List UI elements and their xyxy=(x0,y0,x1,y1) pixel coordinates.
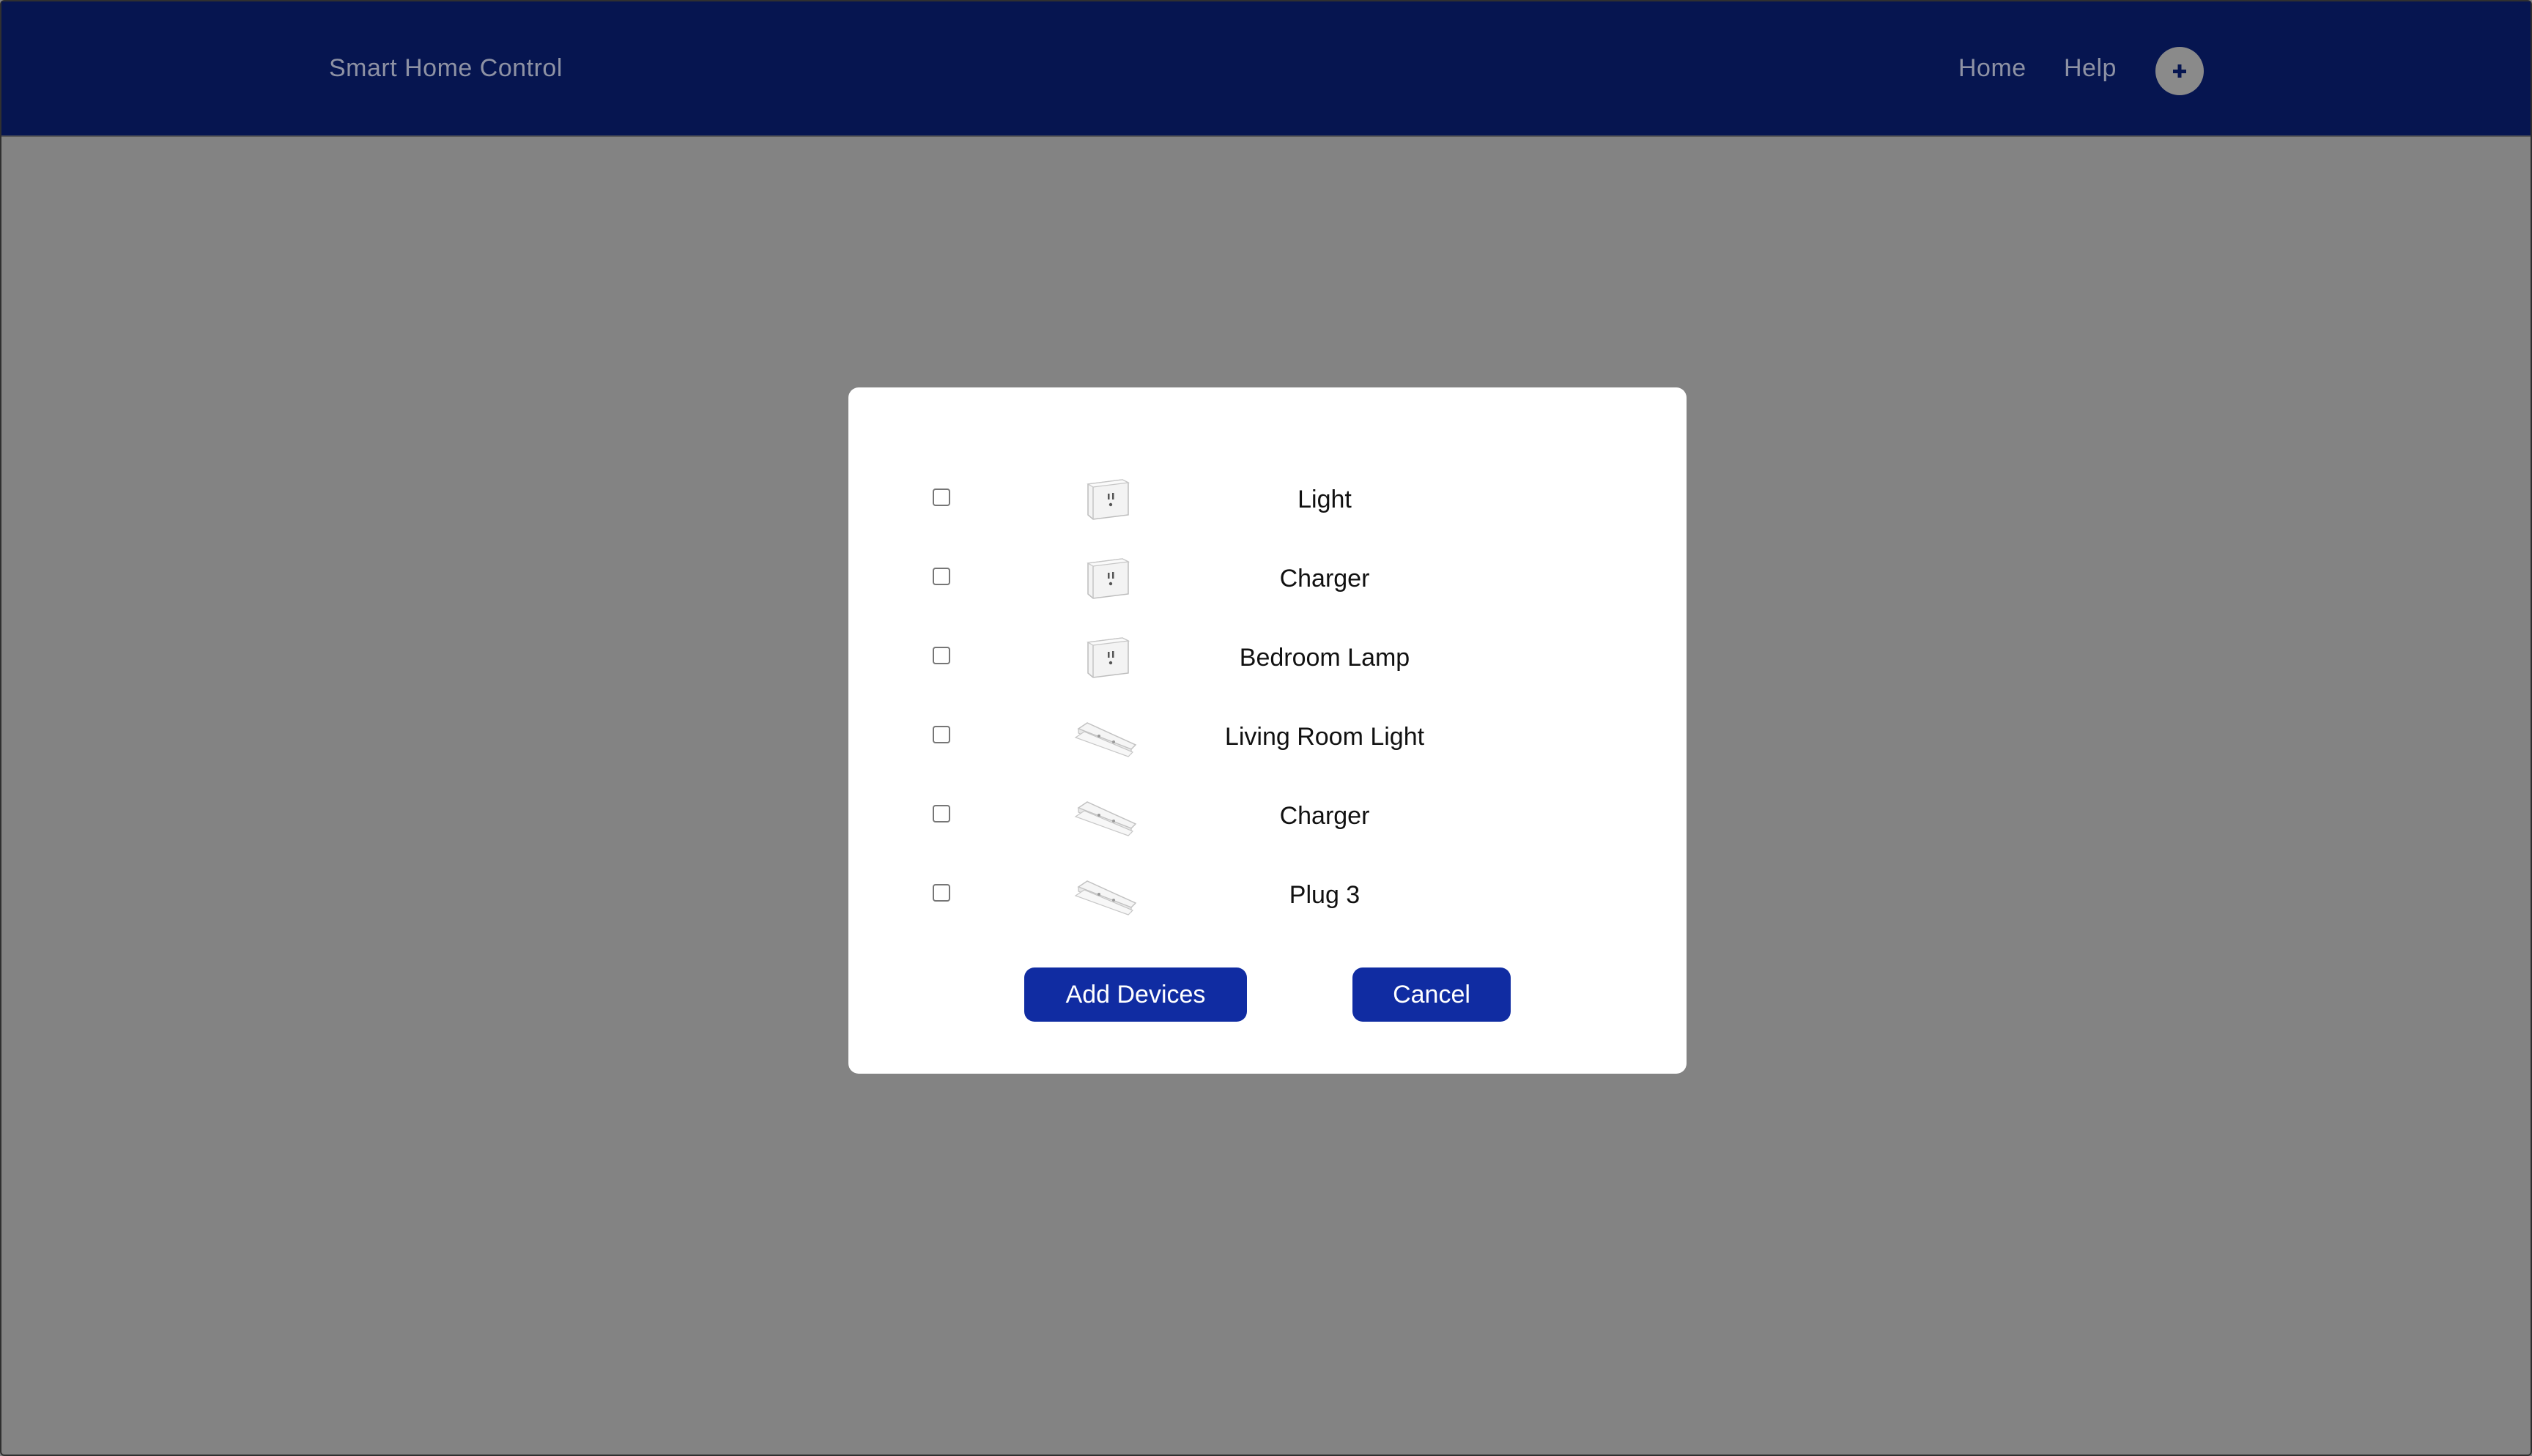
add-devices-modal: Light Charger Bedroom Lamp Living Room L… xyxy=(848,387,1687,1074)
brand-title[interactable]: Smart Home Control xyxy=(329,54,563,83)
top-navbar: Smart Home Control Home Help xyxy=(1,1,2531,137)
device-name: Light xyxy=(1298,486,1352,513)
device-name: Charger xyxy=(1279,565,1370,593)
plus-icon xyxy=(2173,64,2186,78)
device-row: Living Room Light xyxy=(848,697,1687,776)
device-checkbox[interactable] xyxy=(933,568,950,585)
nav-home-link[interactable]: Home xyxy=(1958,54,2026,83)
device-checkbox[interactable] xyxy=(933,489,950,506)
cancel-button[interactable]: Cancel xyxy=(1352,967,1511,1022)
device-row: Charger xyxy=(848,538,1687,617)
device-checkbox[interactable] xyxy=(933,647,950,664)
add-device-button[interactable] xyxy=(2155,47,2204,95)
device-row: Charger xyxy=(848,776,1687,855)
device-row: Plug 3 xyxy=(848,855,1687,934)
device-row: Bedroom Lamp xyxy=(848,617,1687,697)
nav-help-link[interactable]: Help xyxy=(2064,54,2117,83)
device-row: Light xyxy=(848,459,1687,538)
device-checkbox[interactable] xyxy=(933,805,950,822)
add-devices-button[interactable]: Add Devices xyxy=(1024,967,1247,1022)
device-name: Bedroom Lamp xyxy=(1239,644,1410,672)
device-checkbox[interactable] xyxy=(933,884,950,902)
device-name: Living Room Light xyxy=(1224,723,1425,751)
device-name: Plug 3 xyxy=(1289,881,1361,909)
device-name: Charger xyxy=(1279,802,1370,830)
device-checkbox[interactable] xyxy=(933,726,950,743)
